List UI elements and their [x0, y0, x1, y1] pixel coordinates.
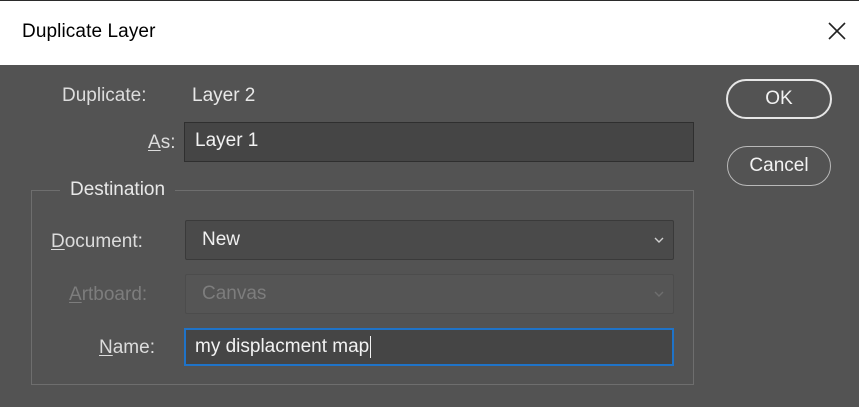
as-label: As:	[148, 132, 175, 154]
title-bar: Duplicate Layer	[0, 0, 859, 65]
artboard-label-text: rtboard:	[81, 284, 148, 305]
chevron-down-icon	[654, 237, 664, 243]
artboard-label-mnemonic: A	[69, 284, 82, 305]
as-label-text: s:	[160, 132, 176, 153]
layer-name-input[interactable]: my displacment map	[184, 328, 674, 366]
name-label-text: ame:	[112, 337, 155, 358]
as-input[interactable]: Layer 1	[184, 122, 694, 162]
layer-name-value: my displacment map	[195, 336, 370, 357]
document-select[interactable]: New	[185, 220, 674, 260]
document-label-mnemonic: D	[51, 231, 65, 252]
name-label-mnemonic: N	[99, 337, 113, 358]
close-button[interactable]	[821, 15, 853, 47]
text-caret	[370, 335, 372, 358]
artboard-label: Artboard:	[69, 284, 147, 306]
chevron-down-icon	[654, 291, 664, 297]
cancel-button[interactable]: Cancel	[727, 146, 831, 186]
artboard-select: Canvas	[185, 274, 674, 314]
dialog-body: Duplicate: Layer 2 As: Layer 1 Destinati…	[0, 65, 859, 407]
document-label: Document:	[51, 231, 143, 253]
ok-button[interactable]: OK	[726, 79, 832, 119]
name-label: Name:	[99, 337, 155, 359]
dialog-title: Duplicate Layer	[22, 21, 156, 42]
artboard-select-value: Canvas	[202, 283, 267, 304]
as-label-mnemonic: A	[148, 132, 161, 153]
destination-legend: Destination	[60, 179, 176, 201]
duplicate-layer-dialog: Duplicate Layer Duplicate: Layer 2 As: L…	[0, 0, 859, 407]
duplicate-source-value: Layer 2	[192, 85, 256, 106]
duplicate-label: Duplicate:	[62, 85, 147, 106]
document-label-text: ocument:	[64, 231, 143, 252]
document-select-value: New	[202, 229, 241, 250]
close-icon	[828, 22, 846, 40]
